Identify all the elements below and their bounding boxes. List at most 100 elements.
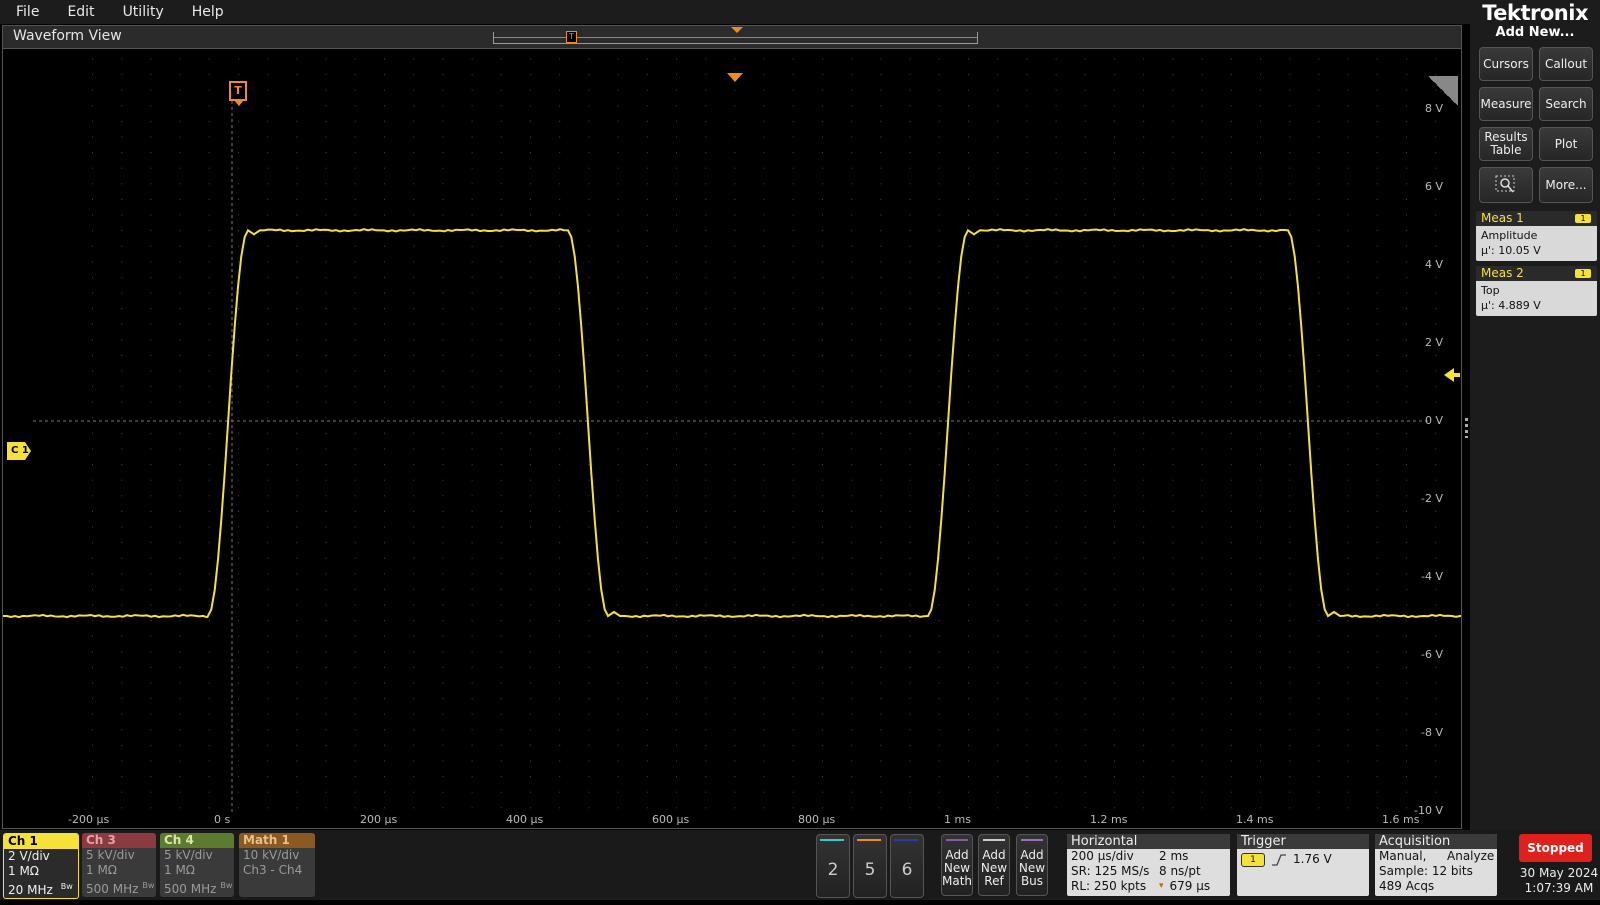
rising-edge-icon bbox=[1272, 853, 1286, 866]
measurement-badge-1[interactable]: Meas 1 1 Amplitude µ': 10.05 V bbox=[1476, 211, 1597, 261]
record-view-bar[interactable]: T bbox=[493, 27, 978, 44]
more-button[interactable]: More... bbox=[1539, 167, 1593, 203]
y-tick-label: -8 V bbox=[1421, 726, 1443, 739]
horizontal-record-length: RL: 250 kpts bbox=[1071, 879, 1147, 893]
add-math-line3: Math bbox=[942, 874, 973, 888]
ch3-termination: 1 MΩ bbox=[86, 863, 117, 877]
x-tick-label: -200 µs bbox=[68, 813, 110, 826]
math1-label: Math 1 bbox=[239, 833, 315, 848]
ch4-scale: 5 kV/div bbox=[164, 848, 213, 862]
x-tick-label: 1.2 ms bbox=[1090, 813, 1128, 826]
channel2-button[interactable]: 2 bbox=[816, 834, 850, 898]
horizontal-position-icon: ▾ bbox=[1159, 881, 1164, 891]
ch4-bandwidth: 500 MHz bbox=[164, 882, 217, 896]
x-tick-label: 800 µs bbox=[798, 813, 836, 826]
menu-utility[interactable]: Utility bbox=[109, 4, 178, 20]
menu-help[interactable]: Help bbox=[178, 4, 238, 20]
meas2-value: µ': 4.889 V bbox=[1481, 299, 1541, 312]
trigger-badge[interactable]: Trigger 1 1.76 V bbox=[1237, 834, 1369, 896]
run-stop-status-button[interactable]: Stopped bbox=[1519, 834, 1592, 862]
acquisition-analyze: Analyze bbox=[1447, 849, 1495, 863]
trigger-level: 1.76 V bbox=[1293, 852, 1332, 866]
waveform-view-titlebar: Waveform View T bbox=[3, 26, 1461, 49]
channel1-badge[interactable]: Ch 1 2 V/div 1 MΩ 20 MHz Bw bbox=[3, 833, 79, 899]
channel3-badge[interactable]: Ch 3 5 kV/div 1 MΩ 500 MHz Bw bbox=[82, 833, 156, 897]
results-table-button[interactable]: Results Table bbox=[1479, 127, 1533, 161]
x-tick-label: 0 s bbox=[214, 813, 231, 826]
time: 1:07:39 AM bbox=[1524, 881, 1594, 895]
y-tick-label: 0 V bbox=[1424, 414, 1443, 427]
channel4-badge[interactable]: Ch 4 5 kV/div 1 MΩ 500 MHz Bw bbox=[160, 833, 234, 897]
x-tick-label: 1.6 ms bbox=[1382, 813, 1420, 826]
y-tick-label: 4 V bbox=[1424, 258, 1443, 271]
date: 30 May 2024 bbox=[1519, 866, 1599, 880]
x-tick-label: 1 ms bbox=[944, 813, 971, 826]
measurement-badge-2[interactable]: Meas 2 1 Top µ': 4.889 V bbox=[1476, 266, 1597, 316]
measure-button[interactable]: Measure bbox=[1479, 87, 1533, 121]
x-tick-label: 600 µs bbox=[652, 813, 690, 826]
plot-button[interactable]: Plot bbox=[1539, 127, 1593, 161]
ch4-label: Ch 4 bbox=[160, 833, 234, 848]
y-tick-label: 6 V bbox=[1424, 180, 1443, 193]
add-new-label: Add New... bbox=[1495, 25, 1575, 40]
horizontal-scale: 200 µs/div bbox=[1071, 849, 1134, 863]
acquisition-mode: Manual, bbox=[1379, 849, 1427, 863]
grid-dots bbox=[92, 58, 1437, 809]
waveform-graticule bbox=[3, 58, 1461, 814]
brand-logo: Tektronix bbox=[1470, 0, 1600, 25]
x-tick-label: 400 µs bbox=[506, 813, 544, 826]
add-new-bus-button[interactable]: Add New Bus bbox=[1016, 834, 1048, 896]
zoom-icon bbox=[1495, 175, 1515, 193]
ch1-scale: 2 V/div bbox=[8, 849, 50, 863]
meas1-title: Meas 1 bbox=[1481, 211, 1524, 225]
callout-button[interactable]: Callout bbox=[1539, 47, 1593, 81]
ch4-termination: 1 MΩ bbox=[164, 863, 195, 877]
zoom-corner-icon[interactable] bbox=[1428, 76, 1458, 106]
channel2-button-label: 2 bbox=[827, 860, 839, 880]
channel6-button[interactable]: 6 bbox=[890, 834, 924, 898]
settings-bar: Ch 1 2 V/div 1 MΩ 20 MHz Bw Ch 3 5 kV/div… bbox=[0, 830, 1600, 900]
ch4-bw-limit-icon: Bw bbox=[220, 881, 233, 890]
channel5-button[interactable]: 5 bbox=[853, 834, 887, 898]
horizontal-position-icon[interactable] bbox=[727, 73, 743, 82]
ch3-scale: 5 kV/div bbox=[86, 848, 135, 862]
zoom-button[interactable] bbox=[1479, 167, 1533, 203]
y-tick-label: -4 V bbox=[1421, 570, 1443, 583]
add-new-ref-button[interactable]: Add New Ref bbox=[978, 834, 1010, 896]
menu-edit[interactable]: Edit bbox=[53, 4, 108, 20]
trigger-source-badge: 1 bbox=[1241, 852, 1265, 867]
acquisition-title: Acquisition bbox=[1375, 834, 1497, 849]
search-button[interactable]: Search bbox=[1539, 87, 1593, 121]
add-new-math-button[interactable]: Add New Math bbox=[941, 834, 973, 896]
math1-scale: 10 kV/div bbox=[243, 848, 300, 862]
channel1-trace bbox=[3, 228, 1461, 619]
meas1-source-badge: 1 bbox=[1575, 214, 1591, 223]
ch1-bw-limit-icon: Bw bbox=[60, 882, 73, 891]
cursors-button[interactable]: Cursors bbox=[1479, 47, 1533, 81]
menu-file[interactable]: File bbox=[0, 4, 53, 20]
waveform-plot[interactable]: 8 V6 V4 V2 V0 V -2 V -4 V -6 V -8 V -10 V -20… bbox=[3, 49, 1461, 828]
horizontal-badge[interactable]: Horizontal 200 µs/div 2 ms SR: 125 MS/s 8 … bbox=[1067, 834, 1230, 896]
horizontal-sample-rate: SR: 125 MS/s bbox=[1071, 864, 1150, 878]
horizontal-per-point: 8 ns/pt bbox=[1159, 864, 1201, 878]
meas1-value: µ': 10.05 V bbox=[1481, 244, 1541, 257]
ch3-bw-limit-icon: Bw bbox=[142, 881, 155, 890]
menu-bar: File Edit Utility Help bbox=[0, 0, 1470, 24]
acquisition-badge[interactable]: Acquisition Manual, Analyze Sample: 12 bi… bbox=[1375, 834, 1497, 896]
add-new-buttons: Cursors Callout Measure Search Results T… bbox=[1470, 41, 1600, 203]
x-tick-label: 1.4 ms bbox=[1236, 813, 1274, 826]
meas2-name: Top bbox=[1481, 284, 1500, 297]
acquisition-sample: Sample: 12 bits bbox=[1379, 864, 1473, 878]
math1-badge[interactable]: Math 1 10 kV/div Ch3 - Ch4 bbox=[239, 833, 315, 897]
ch3-bandwidth: 500 MHz bbox=[86, 882, 139, 896]
right-sidebar: Add New... Cursors Callout Measure Searc… bbox=[1470, 24, 1600, 830]
add-bus-line3: Bus bbox=[1020, 874, 1044, 888]
panel-resize-grip-icon[interactable] bbox=[1465, 418, 1468, 438]
waveform-view[interactable]: Waveform View T 8 V6 V4 V2 V0 V -2 V -4 V-… bbox=[2, 25, 1462, 829]
y-tick-label: -2 V bbox=[1421, 492, 1443, 505]
trigger-position-icon[interactable]: T bbox=[229, 81, 247, 106]
ch3-label: Ch 3 bbox=[82, 833, 156, 848]
meas2-source-badge: 1 bbox=[1575, 269, 1591, 278]
date-time-display: 30 May 2024 1:07:39 AM bbox=[1519, 866, 1599, 896]
trigger-level-icon[interactable] bbox=[1444, 368, 1460, 382]
